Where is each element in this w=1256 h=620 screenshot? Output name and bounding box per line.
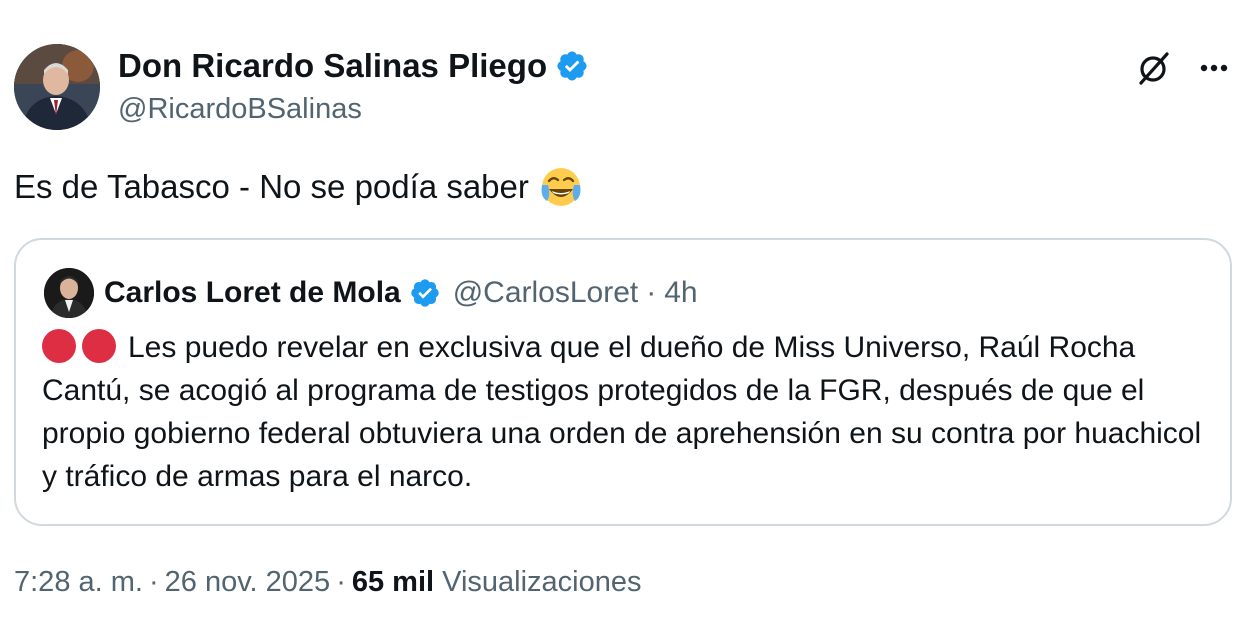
author-display-name[interactable]: Don Ricardo Salinas Pliego — [118, 44, 547, 88]
views-count: 65 mil — [351, 566, 435, 598]
author-handle[interactable]: @RicardoBSalinas — [118, 89, 362, 129]
author-avatar-image — [14, 44, 100, 130]
quoted-tweet-text-block: Les puedo revelar en exclusiva que el du… — [42, 326, 1222, 498]
quoted-author-handle[interactable]: @CarlosLoret — [453, 276, 639, 310]
quoted-author-display-name[interactable]: Carlos Loret de Mola — [104, 276, 401, 310]
grok-icon[interactable] — [1134, 48, 1174, 88]
meta-separator: · — [148, 566, 159, 598]
verified-badge-icon — [409, 277, 441, 309]
quoted-separator: · — [646, 276, 657, 309]
views-label: Visualizaciones — [442, 566, 642, 598]
author-display-name-row[interactable]: Don Ricardo Salinas Pliego — [118, 44, 589, 88]
tweet-time[interactable]: 7:28 a. m. — [14, 566, 143, 598]
quoted-tweet-text: Les puedo revelar en exclusiva que el du… — [42, 331, 1202, 493]
tweet-text: Es de Tabasco - No se podía saber — [14, 168, 529, 205]
red-circle-emoji — [42, 329, 76, 363]
tweet-text-row: Es de Tabasco - No se podía saber — [14, 164, 583, 210]
quoted-tweet-time[interactable]: 4h — [664, 276, 697, 310]
tweet-meta: 7:28 a. m. · 26 nov. 2025 · 65 mil Visualiza… — [14, 562, 642, 602]
more-options-icon[interactable] — [1194, 48, 1234, 88]
quoted-author-avatar[interactable] — [44, 268, 94, 318]
author-avatar[interactable] — [14, 44, 100, 130]
verified-badge-icon — [555, 49, 589, 83]
meta-separator: · — [336, 566, 346, 598]
quoted-tweet-header: Carlos Loret de Mola @CarlosLoret · 4h — [104, 272, 698, 314]
quoted-author-avatar-image — [44, 268, 94, 318]
red-circle-emoji — [82, 329, 116, 363]
tweet: Don Ricardo Salinas Pliego @RicardoBSali… — [0, 0, 1256, 620]
tweet-date[interactable]: 26 nov. 2025 — [165, 566, 331, 598]
quoted-tweet-card[interactable]: Carlos Loret de Mola @CarlosLoret · 4h L… — [14, 238, 1232, 526]
face-with-tears-of-joy-emoji — [539, 165, 583, 209]
